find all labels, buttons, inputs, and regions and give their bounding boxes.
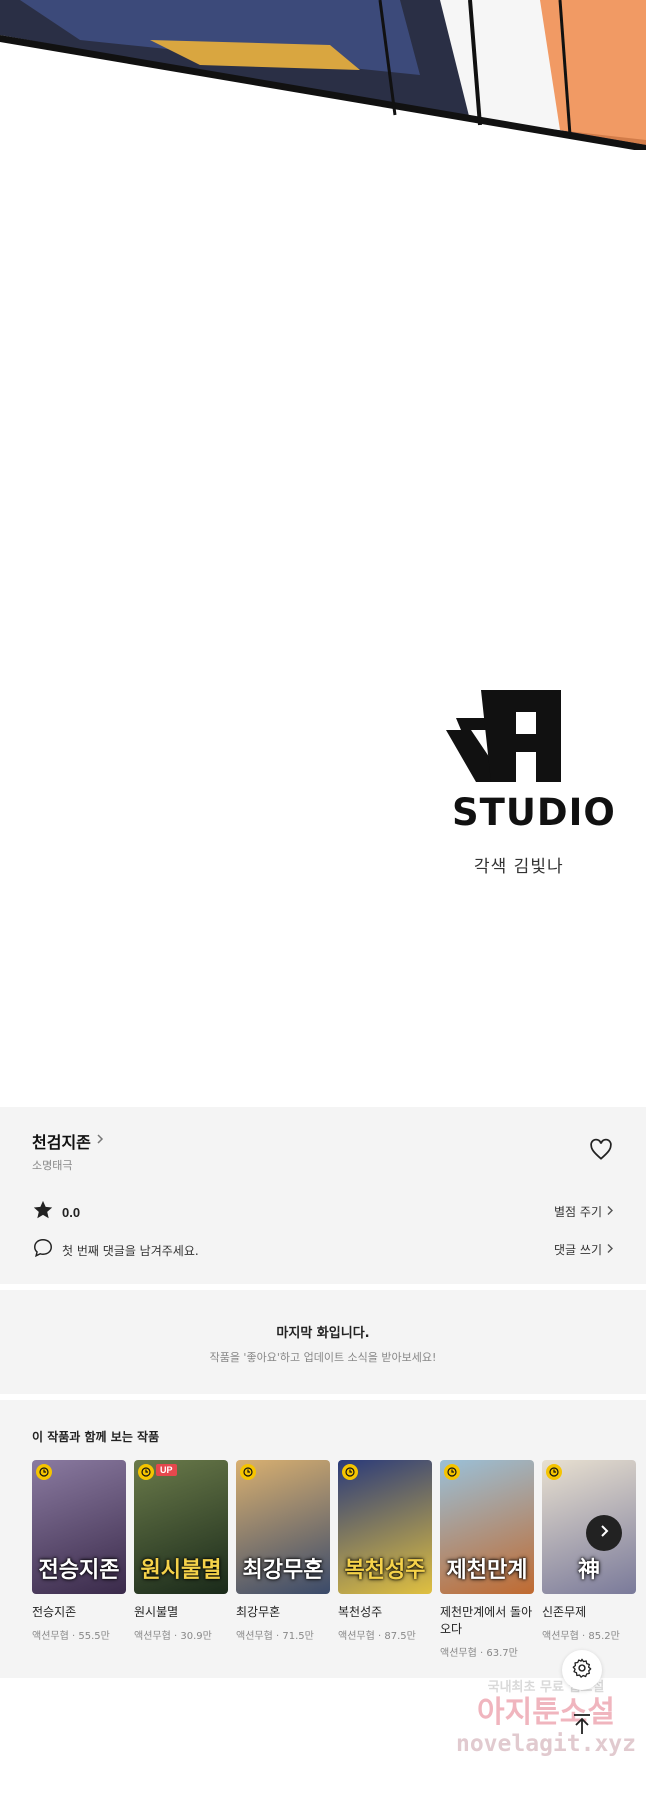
clock-badge-icon	[342, 1464, 358, 1480]
gear-icon	[571, 1657, 593, 1684]
card-genre: 액션무협	[32, 1631, 69, 1642]
card-genre: 액션무협	[542, 1631, 579, 1642]
card-title: 전승지존	[32, 1605, 77, 1619]
adaptation-credit: 각색 김빛나	[474, 857, 564, 877]
rating-display: 0.0	[32, 1199, 80, 1226]
work-author: 소명태극	[32, 1159, 73, 1172]
cover-image: 복천성주	[338, 1460, 432, 1594]
cover-title: 원시불멸	[140, 1557, 222, 1583]
watermark-line1: 국내최초 무료 웹소설	[487, 1680, 605, 1695]
card-genre: 액션무협	[440, 1648, 477, 1659]
cover-image: 전승지존	[32, 1460, 126, 1594]
recommendation-card[interactable]: 神 신존무제 액션무협 · 85.2만	[542, 1460, 636, 1659]
comment-prompt-text: 첫 번째 댓글을 남겨주세요.	[62, 1244, 199, 1258]
clock-badge-icon	[36, 1464, 52, 1480]
watermark: 국내최초 무료 웹소설 아지툰소설 novelagit.xyz	[446, 1676, 646, 1757]
work-title: 천검지존	[32, 1133, 91, 1152]
recommendations-section: 이 작품과 함께 보는 작품 전승지존 전승지존 액션무협 · 55.5만 UP…	[0, 1400, 646, 1678]
arrow-up-icon	[571, 1712, 593, 1741]
watermark-line3: novelagit.xyz	[455, 1731, 636, 1757]
cover-image: 최강무혼	[236, 1460, 330, 1594]
recommendation-card[interactable]: 최강무혼 최강무혼 액션무협 · 71.5만	[236, 1460, 330, 1659]
clock-badge-icon	[240, 1464, 256, 1480]
card-title: 신존무제	[542, 1605, 587, 1619]
cover-title: 전승지존	[38, 1557, 120, 1583]
card-meta: 액션무협 · 55.5만	[32, 1631, 110, 1642]
card-title: 원시불멸	[134, 1605, 179, 1619]
work-info-section: 천검지존 소명태극 0.0 별점 주기 첫 번째 댓글을 남겨주세요. 댓글 쓰…	[0, 1107, 646, 1284]
card-meta: 액션무협 · 71.5만	[236, 1631, 314, 1642]
clock-badge-icon	[444, 1464, 460, 1480]
card-meta: 액션무협 · 30.9만	[134, 1631, 212, 1642]
speech-bubble-icon	[32, 1237, 54, 1264]
cover-title: 복천성주	[344, 1557, 426, 1583]
chevron-right-icon	[606, 1243, 614, 1257]
cover-image: 제천만계	[440, 1460, 534, 1594]
settings-button[interactable]	[562, 1650, 602, 1690]
cover-title: 神	[577, 1557, 600, 1583]
comic-panel-image	[0, 0, 646, 150]
write-comment-button[interactable]: 댓글 쓰기	[554, 1241, 614, 1258]
last-episode-notice: 마지막 화입니다. 작품을 '좋아요'하고 업데이트 소식을 받아보세요!	[0, 1290, 646, 1394]
up-badge: UP	[156, 1464, 177, 1476]
rate-label: 별점 주기	[554, 1205, 602, 1219]
cover-title: 제천만계	[446, 1557, 528, 1583]
card-meta: 액션무협 · 87.5만	[338, 1631, 416, 1642]
studio-logo-mark	[446, 690, 561, 782]
card-views: 87.5만	[384, 1631, 416, 1642]
rating-value: 0.0	[62, 1205, 81, 1220]
card-views: 63.7만	[486, 1648, 518, 1659]
recommendation-list: 전승지존 전승지존 액션무협 · 55.5만 UP 원시불멸 원시불멸 액션무협…	[32, 1460, 636, 1659]
card-title: 제천만계에서 돌아오다	[440, 1605, 533, 1636]
card-meta: 액션무협 · 85.2만	[542, 1631, 620, 1642]
write-comment-label: 댓글 쓰기	[554, 1243, 602, 1257]
card-views: 30.9만	[180, 1631, 212, 1642]
card-views: 55.5만	[78, 1631, 110, 1642]
star-icon	[32, 1199, 54, 1226]
card-meta: 액션무협 · 63.7만	[440, 1648, 518, 1659]
rate-button[interactable]: 별점 주기	[554, 1203, 614, 1220]
card-title: 복천성주	[338, 1605, 383, 1619]
clock-badge-icon	[546, 1464, 562, 1480]
recommendation-card[interactable]: 전승지존 전승지존 액션무협 · 55.5만	[32, 1460, 126, 1659]
last-episode-title: 마지막 화입니다.	[276, 1326, 370, 1341]
card-views: 71.5만	[282, 1631, 314, 1642]
card-title: 최강무혼	[236, 1605, 281, 1619]
recommendation-card[interactable]: 제천만계 제천만계에서 돌아오다 액션무협 · 63.7만	[440, 1460, 534, 1659]
card-genre: 액션무협	[338, 1631, 375, 1642]
chevron-right-icon	[95, 1132, 105, 1150]
chevron-right-icon	[606, 1205, 614, 1219]
card-genre: 액션무협	[236, 1631, 273, 1642]
scroll-to-top-button[interactable]	[562, 1706, 602, 1746]
work-title-link[interactable]: 천검지존	[32, 1129, 105, 1153]
recommendations-heading: 이 작품과 함께 보는 작품	[32, 1430, 160, 1444]
recommendation-card[interactable]: 복천성주 복천성주 액션무협 · 87.5만	[338, 1460, 432, 1659]
studio-wordmark: STUDIO	[452, 791, 616, 834]
recommendation-card[interactable]: UP 원시불멸 원시불멸 액션무협 · 30.9만	[134, 1460, 228, 1659]
studio-logo: STUDIO	[446, 690, 616, 834]
cover-title: 최강무혼	[242, 1557, 324, 1583]
comment-prompt: 첫 번째 댓글을 남겨주세요.	[32, 1237, 199, 1264]
chevron-right-icon	[598, 1524, 610, 1543]
watermark-line2: 아지툰소설	[477, 1695, 615, 1730]
clock-badge-icon	[138, 1464, 154, 1480]
like-heart-icon[interactable]	[588, 1137, 614, 1163]
carousel-next-button[interactable]	[586, 1515, 622, 1551]
last-episode-subtitle: 작품을 '좋아요'하고 업데이트 소식을 받아보세요!	[209, 1351, 437, 1364]
cover-image: UP 원시불멸	[134, 1460, 228, 1594]
card-genre: 액션무협	[134, 1631, 171, 1642]
card-views: 85.2만	[588, 1631, 620, 1642]
